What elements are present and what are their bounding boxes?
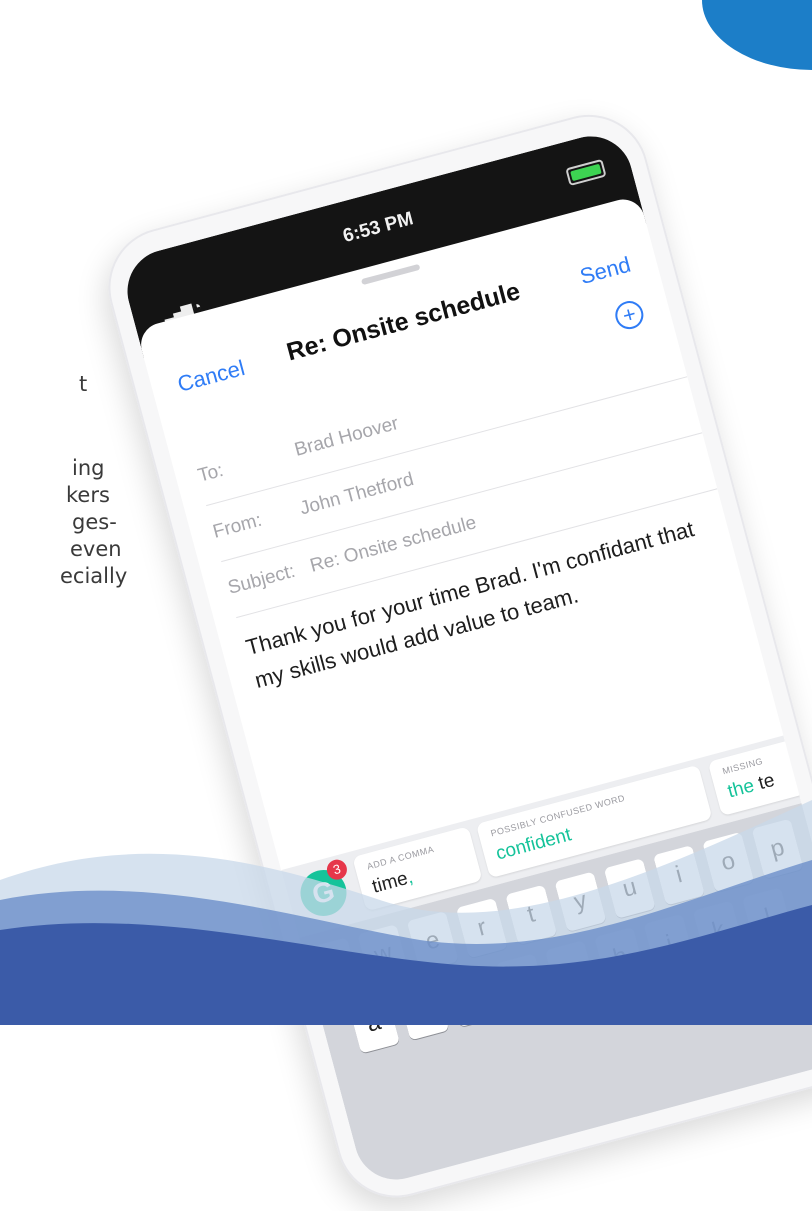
add-recipient-icon[interactable]: + — [612, 297, 647, 333]
from-label: From: — [210, 509, 265, 543]
key-o[interactable]: o — [702, 831, 755, 893]
key-j[interactable]: j — [643, 913, 696, 975]
key-h[interactable]: h — [594, 927, 647, 988]
side-text-line: ecially — [60, 564, 128, 588]
suggestion-word-text: time — [370, 868, 411, 898]
key-y[interactable]: y — [554, 871, 607, 933]
key-s[interactable]: s — [397, 979, 450, 1041]
side-text-line: ges- — [72, 510, 117, 534]
corner-decoration — [702, 0, 812, 70]
suggestion-word-extra: te — [751, 769, 777, 796]
suggestion-word: time, — [370, 867, 415, 899]
side-text-line: kers — [66, 483, 110, 507]
phone-screen: ▂▄▆ ◔ 6:53 PM Cancel Re: Onsite schedule… — [118, 127, 812, 1189]
key-d[interactable]: d — [446, 966, 499, 1028]
sheet-grabber[interactable] — [360, 263, 421, 286]
key-l[interactable]: l — [741, 887, 795, 949]
key-e[interactable]: e — [406, 911, 459, 972]
side-text-line: ing — [72, 456, 105, 480]
key-f[interactable]: f — [495, 953, 548, 1015]
compose-sheet: Cancel Re: Onsite schedule Send + To: Br… — [136, 194, 812, 1189]
key-a[interactable]: a — [347, 993, 400, 1054]
subject-label: Subject: — [225, 560, 298, 599]
key-r[interactable]: r — [455, 897, 509, 959]
key-q[interactable]: q — [308, 937, 361, 999]
key-w[interactable]: w — [357, 924, 410, 985]
side-text-line: even — [70, 537, 122, 561]
suggestion-caption: ADD A COMMA — [365, 844, 436, 872]
phone-frame: ▂▄▆ ◔ 6:53 PM Cancel Re: Onsite schedule… — [95, 101, 812, 1211]
to-value[interactable]: Brad Hoover — [292, 413, 401, 462]
key-u[interactable]: u — [603, 858, 656, 919]
side-text-line: t — [79, 372, 88, 396]
key-g[interactable]: g — [544, 940, 598, 1001]
key-t[interactable]: t — [505, 884, 558, 946]
key-i[interactable]: i — [652, 845, 706, 906]
suggestion-word: the te — [725, 770, 777, 804]
key-k[interactable]: k — [692, 900, 745, 962]
key-p[interactable]: p — [751, 818, 804, 880]
to-label: To: — [195, 459, 226, 487]
